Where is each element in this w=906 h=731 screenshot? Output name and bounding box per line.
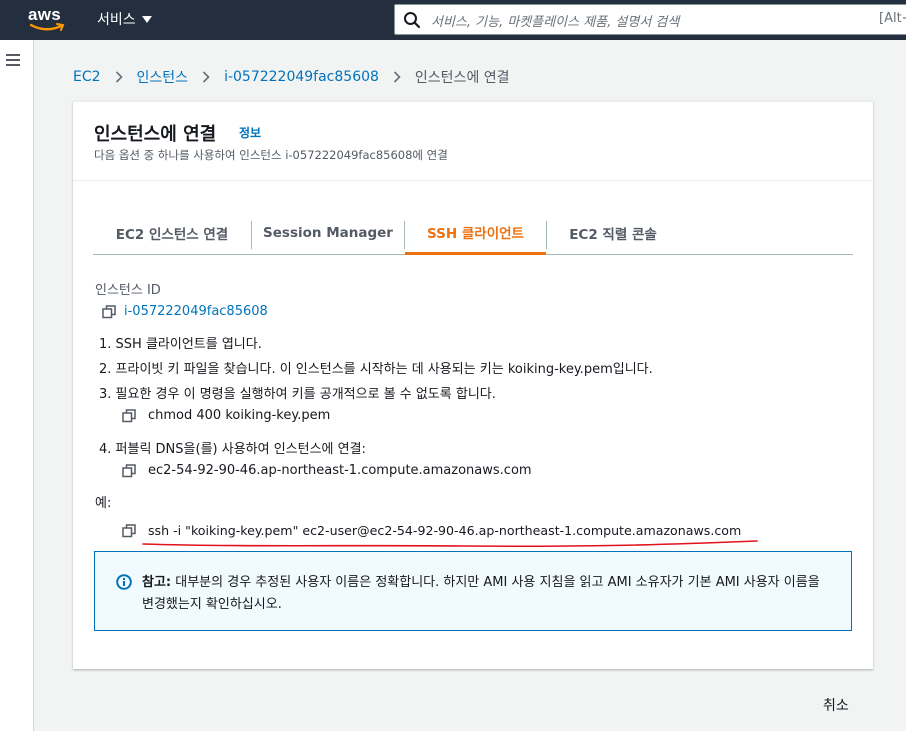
services-menu-button[interactable]: 서비스 xyxy=(97,9,152,29)
info-alert-text: 참고: 대부분의 경우 추정된 사용자 이름은 정확합니다. 하지만 AMI 사… xyxy=(142,572,832,616)
example-ssh-command: ssh -i "koiking-key.pem" ec2-user@ec2-54… xyxy=(148,523,742,538)
cancel-button[interactable]: 취소 xyxy=(823,695,849,715)
search-shortcut-hint: [Alt+S] xyxy=(879,11,906,26)
chevron-right-icon xyxy=(115,71,123,83)
breadcrumb-instance-id[interactable]: i-057222049fac85608 xyxy=(224,69,379,85)
tab-session-manager[interactable]: Session Manager xyxy=(252,211,404,255)
instance-id-link[interactable]: i-057222049fac85608 xyxy=(124,304,268,319)
step-4: 4. 퍼블릭 DNS을(를) 사용하여 인스턴스에 연결: xyxy=(99,442,366,457)
search-icon xyxy=(404,12,421,29)
example-label: 예: xyxy=(95,496,112,511)
connection-tabs: EC2 인스턴스 연결 Session Manager SSH 클라이언트 EC… xyxy=(93,211,853,255)
aws-logo[interactable]: aws xyxy=(28,5,68,33)
tab-ec2-instance-connect[interactable]: EC2 인스턴스 연결 xyxy=(93,211,251,255)
hamburger-menu-icon[interactable] xyxy=(6,54,20,69)
breadcrumb-instances[interactable]: 인스턴스 xyxy=(137,67,189,87)
red-underline-annotation xyxy=(142,540,758,548)
connect-instance-panel: 인스턴스에 연결 정보 다음 옵션 중 하나를 사용하여 인스턴스 i-0572… xyxy=(73,101,873,669)
step-1: 1. SSH 클라이언트를 엽니다. xyxy=(99,337,262,352)
note-label: 참고: xyxy=(142,575,172,590)
public-dns-value: ec2-54-92-90-46.ap-northeast-1.compute.a… xyxy=(148,463,532,478)
caret-down-icon xyxy=(141,15,152,23)
services-label: 서비스 xyxy=(97,12,136,28)
copy-icon[interactable] xyxy=(122,409,136,423)
search-input[interactable]: 서비스, 기능, 마켓플레이스 제품, 설명서 검색 [Alt+S] xyxy=(394,4,906,35)
info-alert: 참고: 대부분의 경우 추정된 사용자 이름은 정확합니다. 하지만 AMI 사… xyxy=(94,551,852,631)
side-navigation xyxy=(0,40,34,731)
page-subtitle: 다음 옵션 중 하나를 사용하여 인스턴스 i-057222049fac8560… xyxy=(94,148,448,162)
step-3: 3. 필요한 경우 이 명령을 실행하여 키를 공개적으로 볼 수 없도록 합니… xyxy=(99,387,496,402)
tab-ec2-serial-console[interactable]: EC2 직렬 콘솔 xyxy=(547,211,679,255)
breadcrumb-current: 인스턴스에 연결 xyxy=(414,70,510,86)
copy-icon[interactable] xyxy=(122,524,136,538)
aws-logo-text: aws xyxy=(28,5,62,24)
tab-ssh-client[interactable]: SSH 클라이언트 xyxy=(405,211,546,255)
info-link[interactable]: 정보 xyxy=(239,124,261,141)
step-2: 2. 프라이빗 키 파일을 찾습니다. 이 인스턴스를 시작하는 데 사용되는 … xyxy=(99,362,653,377)
chevron-right-icon xyxy=(393,71,401,83)
copy-icon[interactable] xyxy=(102,305,116,319)
breadcrumb: EC2 인스턴스 i-057222049fac85608 인스턴스에 연결 xyxy=(73,67,510,87)
page-title: 인스턴스에 연결 xyxy=(94,124,217,145)
info-circle-icon xyxy=(116,574,132,590)
chevron-right-icon xyxy=(202,71,210,83)
note-body: 대부분의 경우 추정된 사용자 이름은 정확합니다. 하지만 AMI 사용 지침… xyxy=(142,575,820,612)
panel-header: 인스턴스에 연결 정보 다음 옵션 중 하나를 사용하여 인스턴스 i-0572… xyxy=(73,102,873,181)
instance-id-label: 인스턴스 ID xyxy=(95,283,161,298)
top-navigation: aws 서비스 서비스, 기능, 마켓플레이스 제품, 설명서 검색 [Alt+… xyxy=(0,0,906,40)
aws-smile-icon xyxy=(30,23,65,31)
breadcrumb-ec2[interactable]: EC2 xyxy=(73,69,101,85)
chmod-command: chmod 400 koiking-key.pem xyxy=(148,408,331,423)
search-placeholder: 서비스, 기능, 마켓플레이스 제품, 설명서 검색 xyxy=(431,15,680,30)
copy-icon[interactable] xyxy=(122,464,136,478)
